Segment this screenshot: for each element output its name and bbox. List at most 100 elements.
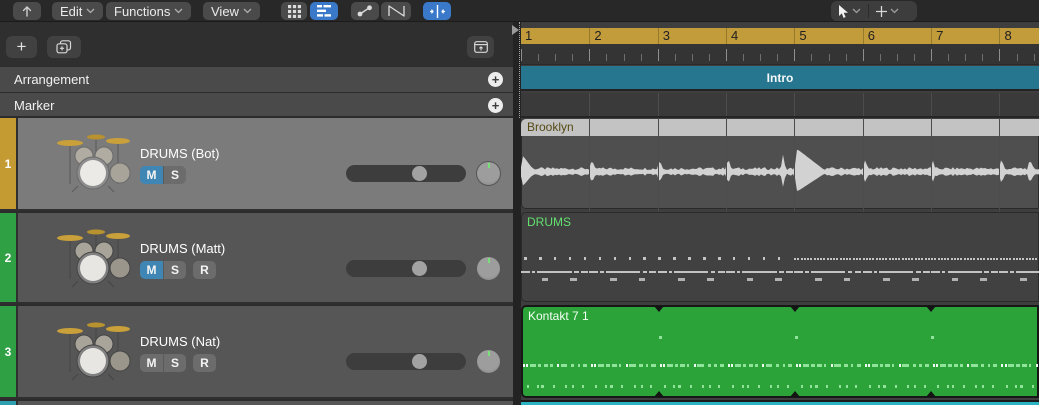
beat-ruler[interactable] bbox=[521, 44, 1039, 65]
solo-button[interactable]: S bbox=[163, 166, 186, 184]
track-header-4[interactable] bbox=[0, 399, 513, 405]
ruler-bar-8[interactable]: 8 bbox=[999, 28, 1039, 44]
add-track-button[interactable]: + bbox=[6, 36, 37, 58]
midi-note bbox=[693, 363, 696, 367]
beat-tick bbox=[555, 54, 557, 61]
region-kontakt[interactable]: Kontakt 7 1 bbox=[521, 305, 1039, 398]
marker-row[interactable]: Marker + bbox=[0, 92, 513, 118]
solo-button[interactable]: S bbox=[163, 261, 186, 279]
ruler-bar-3[interactable]: 3 bbox=[657, 28, 726, 44]
midi-note bbox=[526, 363, 529, 367]
track-color-strip[interactable] bbox=[0, 401, 16, 405]
midi-note bbox=[714, 363, 717, 367]
track-name[interactable]: DRUMS (Nat) bbox=[140, 334, 220, 349]
solo-button[interactable]: S bbox=[163, 354, 186, 372]
track-header-2[interactable]: 2 DRUMS (Matt) M S R bbox=[0, 211, 513, 302]
ruler-bar-2[interactable]: 2 bbox=[589, 28, 657, 44]
pencil-tool[interactable] bbox=[869, 1, 906, 21]
midi-note bbox=[989, 258, 992, 260]
pan-knob[interactable] bbox=[476, 349, 501, 374]
midi-note bbox=[1006, 258, 1009, 260]
midi-note bbox=[924, 363, 929, 367]
midi-note bbox=[937, 258, 940, 260]
menu-functions[interactable]: Functions bbox=[106, 2, 192, 20]
bar-gridline bbox=[794, 119, 796, 209]
menu-functions-label: Functions bbox=[114, 3, 171, 19]
automation-button[interactable] bbox=[351, 2, 379, 20]
ruler-bar-7[interactable]: 7 bbox=[931, 28, 999, 44]
midi-note bbox=[839, 258, 842, 260]
volume-slider-thumb[interactable] bbox=[412, 261, 427, 276]
ruler-bar-6[interactable]: 6 bbox=[862, 28, 931, 44]
track-color-strip[interactable]: 2 bbox=[0, 213, 16, 302]
mute-button[interactable]: M bbox=[140, 354, 163, 372]
beat-tick bbox=[691, 54, 693, 61]
ruler-bar-5[interactable]: 5 bbox=[794, 28, 862, 44]
pan-knob[interactable] bbox=[476, 256, 501, 281]
playhead[interactable] bbox=[519, 22, 520, 118]
track-name[interactable]: DRUMS (Matt) bbox=[140, 241, 225, 256]
midi-note bbox=[1025, 258, 1028, 260]
mute-button[interactable]: M bbox=[140, 166, 163, 184]
midi-note bbox=[523, 363, 526, 367]
midi-note bbox=[833, 363, 841, 367]
region-title-bar[interactable]: Brooklyn bbox=[521, 119, 1039, 136]
show-hide-globals-button[interactable] bbox=[467, 36, 494, 58]
volume-slider[interactable] bbox=[346, 353, 466, 370]
tracks-view-button[interactable] bbox=[310, 2, 338, 20]
crossfade-button[interactable] bbox=[381, 2, 411, 20]
midi-note bbox=[680, 363, 685, 367]
track-header-3[interactable]: 3 DRUMS (Nat) M S R bbox=[0, 304, 513, 397]
ruler-bar-4[interactable]: 4 bbox=[726, 28, 794, 44]
grid-view-button[interactable] bbox=[281, 2, 307, 20]
midi-note bbox=[796, 363, 799, 367]
mute-button[interactable]: M bbox=[140, 261, 163, 279]
volume-slider-thumb[interactable] bbox=[412, 354, 427, 369]
duplicate-track-button[interactable] bbox=[47, 36, 81, 58]
bar-gridline bbox=[589, 93, 591, 116]
midi-note bbox=[786, 385, 789, 389]
midi-note bbox=[980, 363, 985, 367]
record-enable-button[interactable]: R bbox=[193, 261, 216, 279]
record-enable-button[interactable]: R bbox=[193, 354, 216, 372]
volume-slider-thumb[interactable] bbox=[412, 166, 427, 181]
marker-lane[interactable] bbox=[521, 93, 1039, 118]
panel-up-icon bbox=[473, 41, 488, 53]
midi-note bbox=[642, 270, 648, 273]
ruler-bar-1[interactable]: 1 bbox=[521, 28, 589, 44]
midi-note bbox=[741, 385, 744, 389]
bar-ruler[interactable]: 12345678 bbox=[521, 28, 1039, 44]
track-color-strip[interactable]: 3 bbox=[0, 306, 16, 397]
menu-view[interactable]: View bbox=[203, 2, 260, 20]
menu-edit[interactable]: Edit bbox=[52, 2, 104, 20]
pointer-tool[interactable] bbox=[831, 1, 868, 21]
region-brooklyn[interactable]: Brooklyn bbox=[521, 119, 1039, 209]
track-color-strip[interactable]: 1 bbox=[0, 118, 16, 209]
midi-note bbox=[914, 258, 917, 260]
pan-knob[interactable] bbox=[476, 161, 501, 186]
volume-slider[interactable] bbox=[346, 165, 466, 182]
add-arrangement-marker-button[interactable]: + bbox=[488, 72, 503, 87]
snap-button[interactable] bbox=[423, 2, 451, 20]
region-drums-midi[interactable]: DRUMS bbox=[521, 212, 1039, 302]
midi-note bbox=[527, 385, 530, 389]
arrangement-row[interactable]: Arrangement + bbox=[0, 66, 513, 92]
beat-tick bbox=[572, 54, 574, 61]
region-track-4[interactable] bbox=[521, 400, 1039, 405]
bar-gridline bbox=[931, 119, 933, 209]
midi-note bbox=[786, 270, 794, 273]
midi-note bbox=[987, 363, 991, 367]
midi-note bbox=[842, 258, 845, 260]
arrangement-marker-intro[interactable]: Intro bbox=[521, 66, 1039, 91]
add-marker-button[interactable]: + bbox=[488, 98, 503, 113]
back-icon[interactable] bbox=[13, 2, 41, 20]
volume-slider[interactable] bbox=[346, 260, 466, 277]
region-name: DRUMS bbox=[527, 215, 571, 229]
track-name[interactable]: DRUMS (Bot) bbox=[140, 146, 219, 161]
track-header-1[interactable]: 1 DRUMS (Bot) M S bbox=[0, 116, 513, 209]
midi-note bbox=[871, 363, 878, 367]
midi-note bbox=[598, 257, 602, 260]
midi-note bbox=[606, 363, 610, 367]
midi-note bbox=[726, 270, 735, 273]
midi-note bbox=[872, 258, 875, 260]
